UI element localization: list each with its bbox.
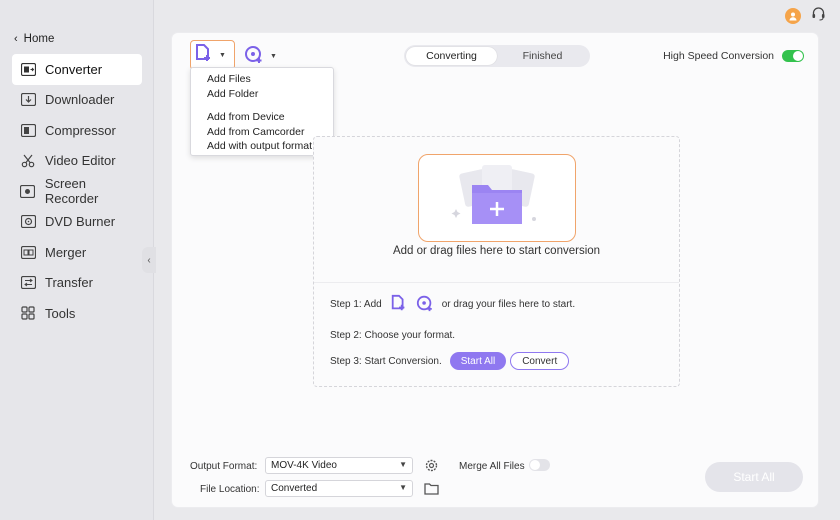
compressor-icon <box>20 122 36 138</box>
output-format-value: MOV-4K Video <box>271 460 337 471</box>
screen-recorder-icon <box>20 183 36 199</box>
home-link[interactable]: ‹ Home <box>14 33 54 45</box>
top-right-controls <box>785 6 826 26</box>
menu-item-add-with-output-format[interactable]: Add with output format <box>191 139 333 154</box>
step-2-text: Step 2: Choose your format. <box>330 330 456 341</box>
step-3: Step 3: Start Conversion. Start All Conv… <box>330 352 570 370</box>
sidebar-item-label: Merger <box>45 244 87 260</box>
start-all-main-button[interactable]: Start All <box>705 462 803 492</box>
transfer-icon <box>20 275 36 291</box>
sidebar-item-video-editor[interactable]: Video Editor <box>12 146 142 177</box>
sidebar-item-label: Video Editor <box>45 153 116 169</box>
sidebar-item-converter[interactable]: Converter <box>12 54 142 85</box>
file-drop-area[interactable]: Add or drag files here to start conversi… <box>313 136 680 387</box>
high-speed-conversion: High Speed Conversion <box>663 50 804 62</box>
dvd-add-icon <box>244 44 264 69</box>
sidebar-item-dvd-burner[interactable]: DVD Burner <box>12 207 142 238</box>
sidebar-collapse-button[interactable]: ‹ <box>142 247 156 273</box>
user-account-icon[interactable] <box>785 8 801 24</box>
converter-icon <box>20 61 36 77</box>
menu-item-add-from-device[interactable]: Add from Device <box>191 110 333 125</box>
file-location-label: File Location: <box>200 484 260 495</box>
headset-support-icon[interactable] <box>811 6 826 26</box>
home-label: Home <box>23 33 55 45</box>
chevron-down-icon[interactable]: ▼ <box>219 52 226 59</box>
chevron-down-icon: ▼ <box>399 483 407 492</box>
chevron-down-icon: ▼ <box>399 460 407 469</box>
dvd-burner-icon <box>20 214 36 230</box>
folder-add-icon <box>451 165 536 224</box>
sidebar-item-label: DVD Burner <box>45 214 116 230</box>
conversion-tabs: Converting Finished <box>404 45 590 67</box>
folder-icon[interactable] <box>424 482 439 500</box>
output-format-label: Output Format: <box>190 461 258 472</box>
sidebar-item-merger[interactable]: Merger <box>12 237 142 268</box>
output-format-select[interactable]: MOV-4K Video ▼ <box>265 457 413 474</box>
settings-gear-icon[interactable] <box>424 458 439 478</box>
step-1: Step 1: Add or drag your files here to s… <box>330 294 575 315</box>
sidebar-item-downloader[interactable]: Downloader <box>12 85 142 116</box>
merger-icon <box>20 244 36 260</box>
menu-separator <box>191 101 333 110</box>
chevron-left-icon: ‹ <box>147 254 151 266</box>
downloader-icon <box>20 92 36 108</box>
sidebar-item-tools[interactable]: Tools <box>12 298 142 329</box>
start-all-button[interactable]: Start All <box>449 352 507 370</box>
chevron-down-icon[interactable]: ▼ <box>270 53 277 60</box>
sidebar-item-label: Compressor <box>45 122 116 138</box>
add-files-drop-target[interactable] <box>418 154 576 242</box>
sidebar-item-transfer[interactable]: Transfer <box>12 268 142 299</box>
add-file-icon[interactable] <box>390 294 408 315</box>
sidebar-item-label: Converter <box>45 61 103 77</box>
scissors-icon <box>20 153 36 169</box>
grid-icon <box>20 305 36 321</box>
drop-area-message: Add or drag files here to start conversi… <box>392 245 601 257</box>
merge-all-files-toggle[interactable] <box>529 459 550 471</box>
divider <box>314 282 679 283</box>
sidebar-nav: Converter Downloader Compressor Video Ed… <box>12 54 142 329</box>
step-1-suffix: or drag your files here to start. <box>441 299 576 310</box>
step-2: Step 2: Choose your format. <box>330 330 455 341</box>
chevron-left-icon: ‹ <box>14 33 18 45</box>
high-speed-toggle[interactable] <box>782 50 804 62</box>
step-3-text: Step 3: Start Conversion. <box>330 355 442 367</box>
tab-converting[interactable]: Converting <box>406 47 497 65</box>
file-location-value: Converted <box>271 483 318 494</box>
menu-item-add-folder[interactable]: Add Folder <box>191 87 333 102</box>
sidebar-item-label: Downloader <box>45 92 115 108</box>
step-1-prefix: Step 1: Add <box>330 299 382 310</box>
sidebar-item-label: Screen Recorder <box>44 176 99 207</box>
menu-item-add-files[interactable]: Add Files <box>191 72 333 87</box>
load-dvd-button[interactable]: ▼ <box>244 44 277 69</box>
sidebar-item-screen-recorder[interactable]: Screen Recorder <box>12 176 142 207</box>
high-speed-label: High Speed Conversion <box>663 50 774 62</box>
dvd-add-icon[interactable] <box>416 294 434 315</box>
sidebar-item-label: Tools <box>45 305 76 321</box>
sidebar: ‹ Home Converter Downloader Compressor V… <box>0 0 156 520</box>
sidebar-item-compressor[interactable]: Compressor <box>12 115 142 146</box>
tab-finished[interactable]: Finished <box>497 47 588 65</box>
merge-all-files-label: Merge All Files <box>459 461 525 472</box>
add-files-button[interactable]: ▼ <box>190 40 235 70</box>
add-file-icon <box>194 43 214 68</box>
sidebar-item-label: Transfer <box>45 275 93 291</box>
convert-button[interactable]: Convert <box>510 352 570 370</box>
file-location-select[interactable]: Converted ▼ <box>265 480 413 497</box>
menu-item-add-from-camcorder[interactable]: Add from Camcorder <box>191 125 333 140</box>
